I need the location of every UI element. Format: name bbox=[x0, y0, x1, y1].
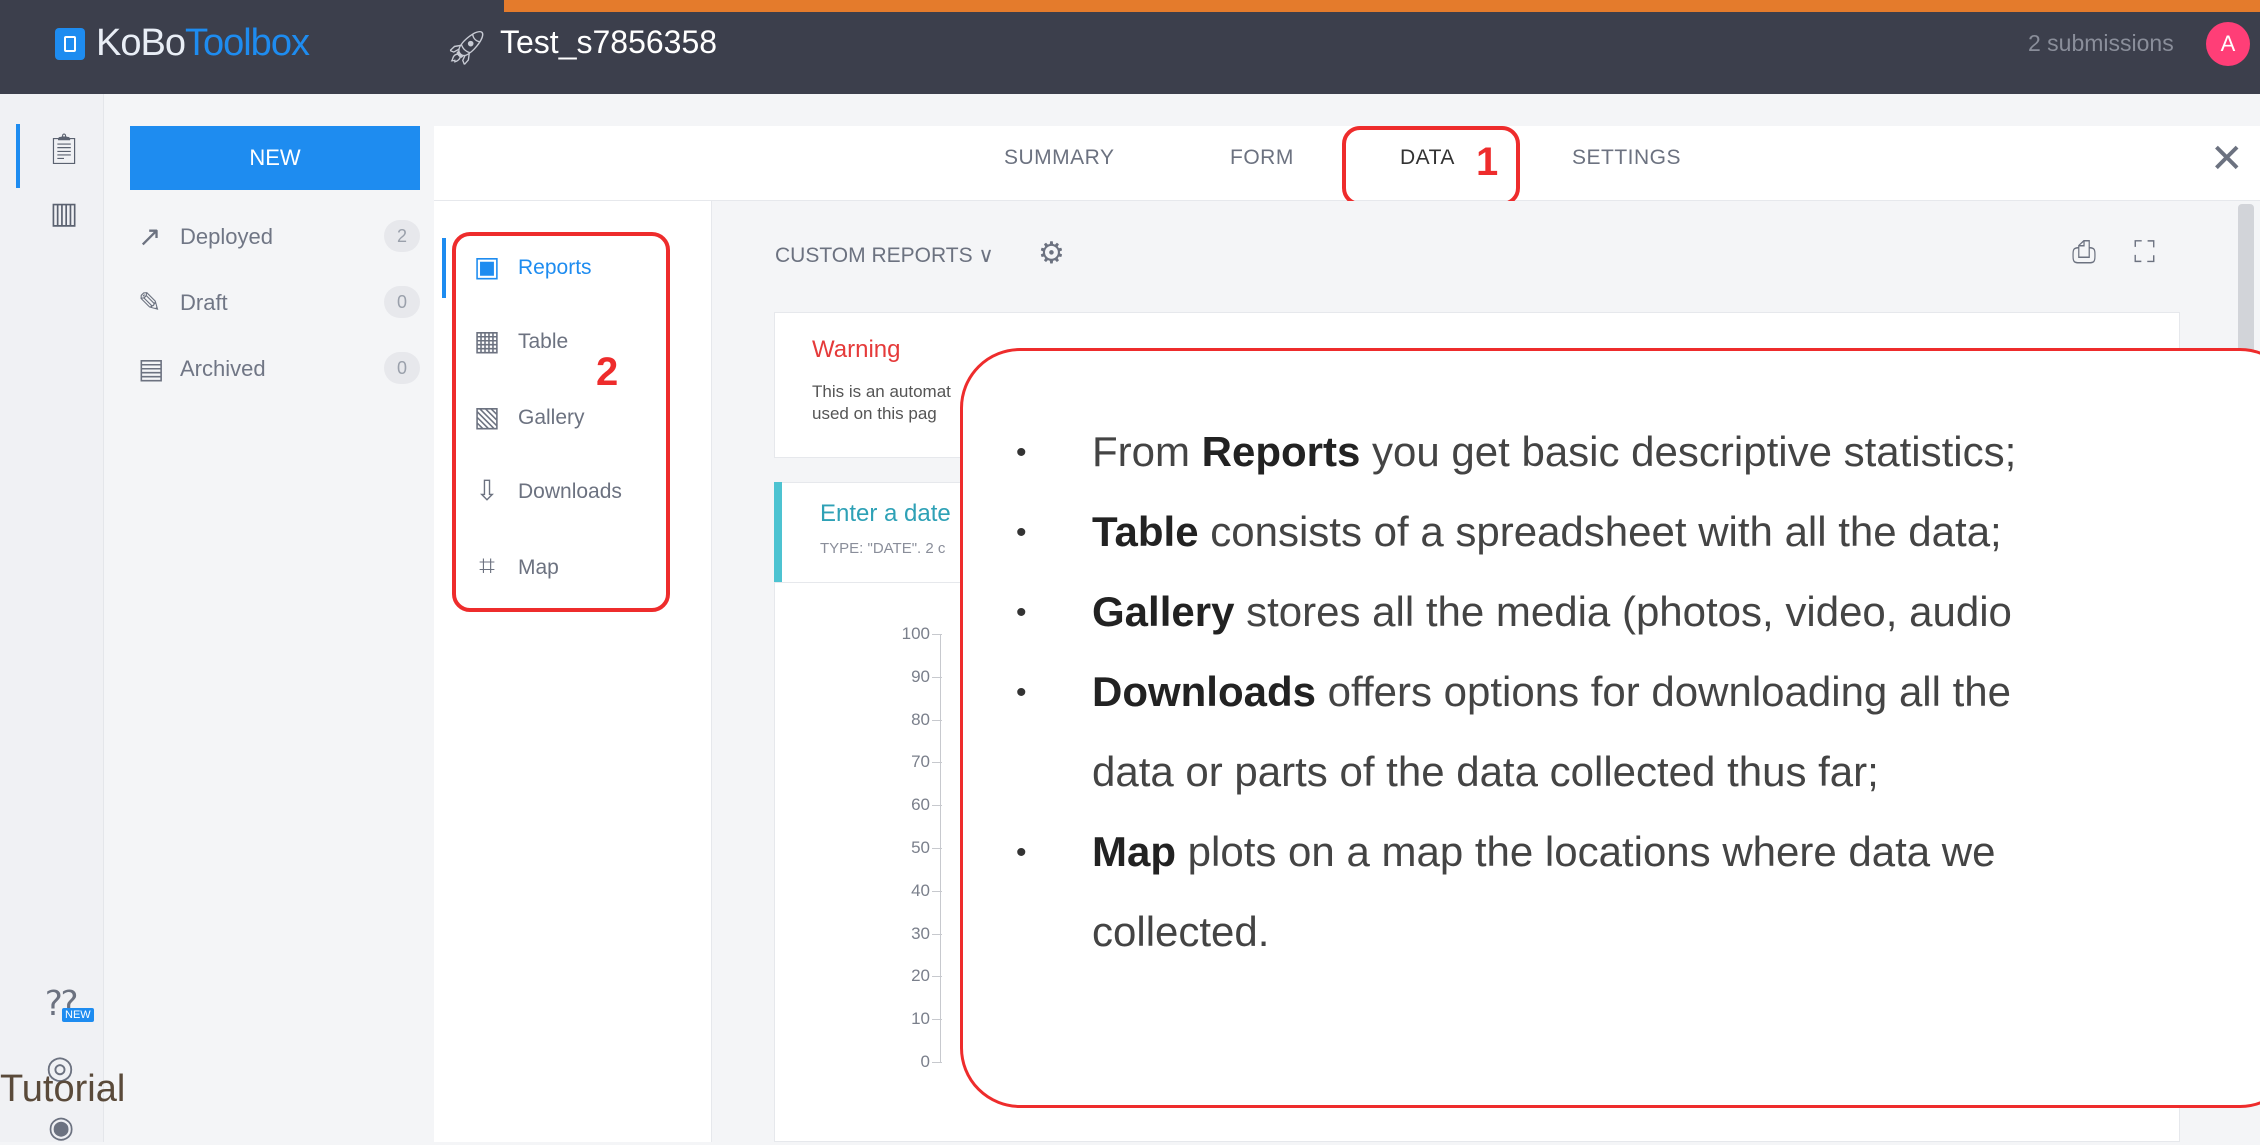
archive-icon: ▤ bbox=[138, 353, 165, 384]
y-tick-label: 0 bbox=[920, 1052, 930, 1071]
y-tick-mark bbox=[932, 1019, 942, 1021]
count-badge: 2 bbox=[384, 220, 420, 252]
y-tick-label: 30 bbox=[911, 923, 930, 943]
rocket-icon: 🚀︎ bbox=[445, 29, 489, 67]
y-tick-label: 90 bbox=[911, 666, 930, 686]
keyword-map: Map bbox=[1092, 828, 1176, 875]
app-logo-text[interactable]: KoBoToolbox bbox=[96, 22, 310, 65]
y-tick-mark bbox=[932, 848, 942, 849]
y-tick-label: 80 bbox=[911, 709, 930, 729]
subnav-active-indicator bbox=[442, 238, 446, 298]
data-nav-highlight bbox=[452, 232, 670, 612]
logo-prefix: KoBo bbox=[96, 22, 186, 64]
kobo-logo-icon[interactable] bbox=[55, 28, 85, 60]
text: you get basic descriptive statistics; bbox=[1360, 428, 2017, 475]
question-type: TYPE: "DATE". 2 c bbox=[820, 540, 946, 557]
sidebar-item-archived[interactable]: ▤ Archived 0 bbox=[130, 350, 420, 390]
close-icon[interactable]: ✕ bbox=[2210, 136, 2244, 182]
bullet-dot: • bbox=[1016, 596, 1027, 629]
y-tick-label: 50 bbox=[911, 838, 930, 857]
annotation-marker-2: 2 bbox=[596, 350, 619, 394]
bullet-dot: • bbox=[1016, 516, 1027, 549]
tab-summary[interactable]: SUMMARY bbox=[1004, 146, 1114, 170]
y-tick-mark bbox=[932, 676, 942, 678]
question-accent-bar bbox=[774, 482, 782, 582]
warning-title: Warning bbox=[812, 336, 901, 363]
y-tick-mark bbox=[932, 762, 942, 764]
keyword-table: Table bbox=[1092, 508, 1199, 555]
y-tick-label: 40 bbox=[911, 880, 930, 900]
text: consists of a spreadsheet with all the d… bbox=[1198, 508, 2002, 555]
annotation-marker-1: 1 bbox=[1476, 140, 1499, 184]
new-badge: NEW bbox=[62, 1008, 94, 1022]
y-tick-mark bbox=[932, 933, 942, 935]
text: stores all the media (photos, video, aud… bbox=[1234, 588, 2012, 635]
y-tick-mark bbox=[932, 805, 942, 807]
projects-icon[interactable]: 📋︎ bbox=[44, 132, 84, 172]
warning-text-line: used on this pag bbox=[812, 404, 937, 423]
submissions-count: 2 submissions bbox=[2028, 30, 2174, 56]
sidebar-item-draft[interactable]: ✎ Draft 0 bbox=[130, 284, 420, 324]
tutorial-label: Tutorial bbox=[0, 1068, 126, 1110]
top-navigation-bar bbox=[0, 0, 2260, 94]
y-tick-label: 70 bbox=[911, 752, 930, 772]
count-badge: 0 bbox=[384, 286, 420, 318]
custom-reports-dropdown[interactable]: CUSTOM REPORTS ∨ bbox=[775, 243, 994, 268]
project-title: Test_s7856358 bbox=[500, 24, 718, 60]
bullet-dot: • bbox=[1016, 836, 1027, 869]
bullet-dot: • bbox=[1016, 436, 1027, 469]
keyword-reports: Reports bbox=[1201, 428, 1361, 475]
rocket-icon: ↗ bbox=[138, 221, 162, 252]
y-tick-mark bbox=[932, 634, 942, 635]
user-avatar[interactable]: A bbox=[2206, 22, 2250, 66]
sidebar-item-label: Archived bbox=[180, 356, 266, 381]
library-icon[interactable]: ▥ bbox=[44, 196, 84, 236]
gear-icon[interactable]: ⚙ bbox=[1038, 236, 1065, 271]
rail-active-indicator bbox=[16, 124, 20, 188]
y-tick-label: 100 bbox=[901, 624, 930, 643]
y-tick-mark bbox=[932, 890, 942, 892]
y-tick-label: 10 bbox=[911, 1009, 930, 1029]
y-tick-label: 60 bbox=[911, 795, 930, 815]
text: plots on a map the locations where data … bbox=[1176, 828, 1996, 875]
y-tick-label: 20 bbox=[911, 966, 930, 986]
callout-line-gallery: Gallery stores all the media (photos, vi… bbox=[1092, 588, 2012, 636]
question-title: Enter a date bbox=[820, 500, 951, 527]
logo-suffix: Toolbox bbox=[184, 22, 310, 64]
text: From bbox=[1092, 428, 1202, 475]
callout-line-reports: From Reports you get basic descriptive s… bbox=[1092, 428, 2016, 476]
count-badge: 0 bbox=[384, 352, 420, 384]
tab-settings[interactable]: SETTINGS bbox=[1572, 146, 1681, 170]
callout-line-map-cont: collected. bbox=[1092, 908, 1270, 955]
callout-line-map: Map plots on a map the locations where d… bbox=[1092, 828, 1996, 876]
print-icon[interactable]: ⎙ bbox=[2072, 236, 2096, 270]
support-icon[interactable]: ◉ bbox=[48, 1110, 74, 1145]
keyword-downloads: Downloads bbox=[1092, 668, 1317, 715]
y-tick-mark bbox=[932, 719, 942, 721]
callout-line-downloads: Downloads offers options for downloading… bbox=[1092, 668, 2011, 716]
tab-form[interactable]: FORM bbox=[1230, 146, 1294, 170]
callout-line-table: Table consists of a spreadsheet with all… bbox=[1092, 508, 2002, 556]
draft-icon: ✎ bbox=[138, 287, 162, 318]
sidebar-item-label: Deployed bbox=[180, 224, 273, 249]
keyword-gallery: Gallery bbox=[1092, 588, 1235, 635]
text: offers options for downloading all the bbox=[1316, 668, 2012, 715]
callout-line-downloads-cont: data or parts of the data collected thus… bbox=[1092, 748, 1879, 795]
y-tick-mark bbox=[932, 976, 942, 978]
sidebar-item-deployed[interactable]: ↗ Deployed 2 bbox=[130, 218, 420, 258]
warning-text-line: This is an automat bbox=[812, 382, 951, 401]
y-tick-mark bbox=[932, 1062, 942, 1063]
expand-icon[interactable]: ⛶ bbox=[2134, 236, 2155, 270]
bullet-dot: • bbox=[1016, 676, 1027, 709]
accent-stripe bbox=[504, 0, 2260, 12]
new-project-button[interactable]: NEW bbox=[130, 126, 420, 190]
sidebar-item-label: Draft bbox=[180, 290, 228, 315]
